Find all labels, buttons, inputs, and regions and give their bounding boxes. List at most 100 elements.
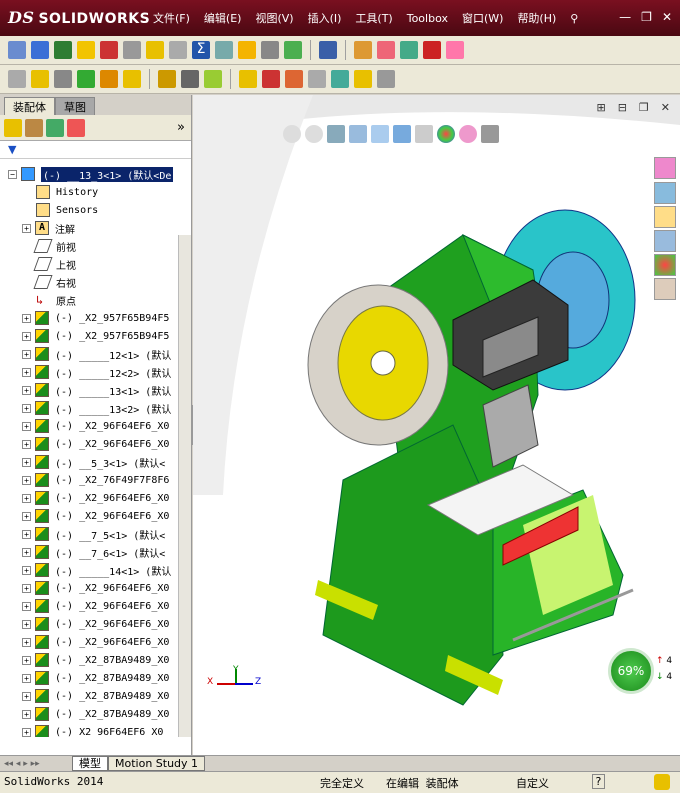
instant3d-icon[interactable]: [354, 70, 372, 88]
performance-gauge[interactable]: 69%: [608, 648, 654, 694]
sum-icon[interactable]: Σ: [192, 41, 210, 59]
pin-icon[interactable]: ⚲: [563, 12, 585, 25]
expand-icon[interactable]: +: [22, 457, 31, 467]
exploded-view-icon[interactable]: [308, 70, 326, 88]
tree-part-item[interactable]: + (-) _X2_96F64EF6_X0: [0, 435, 180, 453]
expand-icon[interactable]: +: [22, 475, 31, 485]
expand-icon[interactable]: +: [22, 223, 31, 233]
expand-icon[interactable]: +: [22, 493, 31, 503]
tree-part-item[interactable]: + (-) _____13<1> (默认: [0, 381, 180, 399]
expand-icon[interactable]: +: [22, 439, 31, 449]
expand-icon[interactable]: +: [22, 691, 31, 701]
mate-icon[interactable]: [284, 41, 302, 59]
expand-icon[interactable]: +: [22, 565, 31, 575]
tree-part-item[interactable]: + (-) _X2_96F64EF6_X0: [0, 615, 180, 633]
tree-part-item[interactable]: + (-) _X2_96F64EF6_X0: [0, 489, 180, 507]
expand-icon[interactable]: +: [22, 511, 31, 521]
expand-icon[interactable]: +: [22, 529, 31, 539]
format-icon[interactable]: [31, 41, 49, 59]
tree-part-item[interactable]: + (-) _____14<1> (默认: [0, 561, 180, 579]
filter-icon[interactable]: ▼: [8, 143, 16, 156]
menu-help[interactable]: 帮助(H): [510, 10, 563, 26]
tree-item-origin[interactable]: ↳ 原点: [0, 291, 180, 309]
table-icon[interactable]: [319, 41, 337, 59]
expand-icon[interactable]: +: [22, 601, 31, 611]
lock-icon[interactable]: [123, 41, 141, 59]
linear-pattern-icon[interactable]: [77, 70, 95, 88]
cube-icon[interactable]: [8, 70, 26, 88]
tree-part-item[interactable]: + (-) _X2_96F64EF6_X0: [0, 633, 180, 651]
expand-icon[interactable]: +: [22, 673, 31, 683]
bill-of-materials-icon[interactable]: [285, 70, 303, 88]
status-units[interactable]: 自定义: [516, 775, 549, 791]
tree-part-item[interactable]: + (-) _X2_87BA9489_X0: [0, 687, 180, 705]
tree-part-item[interactable]: + (-) _X2_87BA9489_X0: [0, 651, 180, 669]
tree-part-item[interactable]: + (-) _____12<1> (默认: [0, 345, 180, 363]
spellcheck-icon[interactable]: [8, 41, 26, 59]
tree-item-right-plane[interactable]: 右视: [0, 273, 180, 291]
balance-icon[interactable]: [54, 41, 72, 59]
menu-insert[interactable]: 插入(I): [301, 10, 349, 26]
filter-bar[interactable]: ▼: [0, 141, 191, 159]
tree-part-item[interactable]: + (-) _X2_96F64EF6_X0: [0, 597, 180, 615]
graphics-viewport[interactable]: ⊞ ⊟ ❐ ✕ X Z: [193, 95, 680, 755]
menu-file[interactable]: 文件(F): [146, 10, 197, 26]
new-motion-icon[interactable]: [262, 70, 280, 88]
restore-button[interactable]: ❐: [641, 10, 652, 24]
expand-icon[interactable]: +: [22, 331, 31, 341]
tree-item-annotations[interactable]: + A 注解: [0, 219, 180, 237]
tree-part-item[interactable]: + (-) X2 96F64EF6 X0: [0, 723, 180, 737]
rotate-component-icon[interactable]: [158, 70, 176, 88]
insert-component-icon[interactable]: [31, 70, 49, 88]
tree-part-item[interactable]: + (-) _X2_957F65B94F5: [0, 327, 180, 345]
menu-window[interactable]: 窗口(W): [455, 10, 510, 26]
tree-scrollbar[interactable]: [178, 235, 191, 737]
color-icon[interactable]: [423, 41, 441, 59]
palette-icon[interactable]: [446, 41, 464, 59]
close-button[interactable]: ✕: [662, 10, 672, 24]
tree-item-sensors[interactable]: Sensors: [0, 201, 180, 219]
expand-icon[interactable]: +: [22, 385, 31, 395]
tree-item-history[interactable]: History: [0, 183, 180, 201]
align-icon[interactable]: [261, 41, 279, 59]
tree-root-label[interactable]: (-) __13_3<1> (默认<De: [41, 166, 174, 182]
configuration-manager-icon[interactable]: [46, 118, 64, 137]
gear-icon[interactable]: [400, 41, 418, 59]
smart-fasteners-icon[interactable]: [100, 70, 118, 88]
press-machine-model[interactable]: [193, 95, 680, 755]
tree-part-item[interactable]: + (-) __5_3<1> (默认<: [0, 453, 180, 471]
tree-root[interactable]: − (-) __13_3<1> (默认<De: [0, 165, 180, 183]
assembly-features-icon[interactable]: [204, 70, 222, 88]
minimize-button[interactable]: —: [619, 10, 631, 24]
speedpak-icon[interactable]: [377, 70, 395, 88]
status-help[interactable]: ?: [592, 774, 605, 789]
expand-icon[interactable]: +: [22, 349, 31, 359]
tab-sketch[interactable]: 草图: [55, 97, 95, 115]
tree-part-item[interactable]: + (-) _X2_96F64EF6_X0: [0, 417, 180, 435]
reference-geometry-icon[interactable]: [239, 70, 257, 88]
tab-assembly[interactable]: 装配体: [4, 97, 55, 115]
tree-part-item[interactable]: + (-) _X2_96F64EF6_X0: [0, 579, 180, 597]
tree-part-item[interactable]: + (-) _X2_76F49F7F8F6: [0, 471, 180, 489]
tree-item-front-plane[interactable]: 前视: [0, 237, 180, 255]
expand-icon[interactable]: +: [22, 655, 31, 665]
tab-scroll-arrows[interactable]: ◂◂ ◂ ▸ ▸▸: [0, 759, 72, 769]
expand-icon[interactable]: +: [22, 313, 31, 323]
tree-part-item[interactable]: + (-) __7_6<1> (默认<: [0, 543, 180, 561]
menu-edit[interactable]: 编辑(E): [197, 10, 249, 26]
expand-icon[interactable]: +: [22, 637, 31, 647]
display-manager-icon[interactable]: [67, 118, 85, 137]
folder-icon[interactable]: [77, 41, 95, 59]
expand-icon[interactable]: +: [22, 367, 31, 377]
tab-motion-study[interactable]: Motion Study 1: [108, 756, 206, 771]
sketch-line-icon[interactable]: [331, 70, 349, 88]
warning-icon[interactable]: [238, 41, 256, 59]
menu-toolbox[interactable]: Toolbox: [400, 12, 455, 25]
collapse-icon[interactable]: −: [8, 169, 17, 179]
expand-icon[interactable]: +: [22, 619, 31, 629]
expand-icon[interactable]: +: [22, 583, 31, 593]
measure-icon[interactable]: [215, 41, 233, 59]
rebuild-icon[interactable]: [654, 774, 670, 790]
expand-icon[interactable]: +: [22, 547, 31, 557]
expand-icon[interactable]: +: [22, 709, 31, 719]
